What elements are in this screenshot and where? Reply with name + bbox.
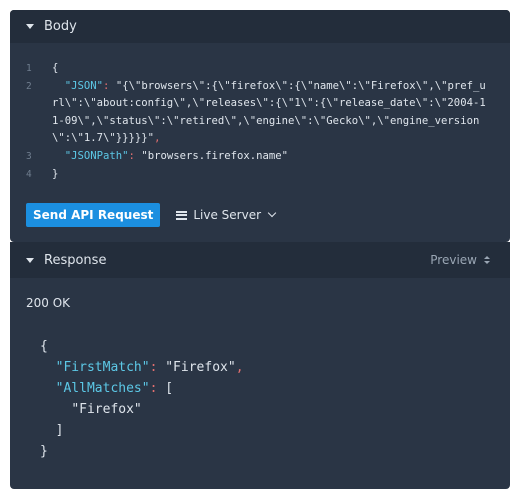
- json-key: "JSON": [64, 79, 104, 92]
- chevron-down-icon: [267, 208, 277, 218]
- body-panel-title: Body: [44, 19, 77, 34]
- all-matches-item: "Firefox": [71, 402, 142, 417]
- line-number: 2: [26, 80, 32, 92]
- first-match-value: "Firefox": [165, 360, 236, 375]
- collapse-caret-icon[interactable]: [26, 257, 34, 263]
- code-line-jsonpath: "JSONPath": "browsers.firefox.name": [64, 150, 289, 162]
- send-api-request-button[interactable]: Send API Request: [26, 203, 161, 227]
- code-line-close: }: [52, 167, 59, 180]
- server-selector[interactable]: Live Server: [176, 208, 277, 222]
- sort-icon: [484, 256, 490, 264]
- json-value: "{\"browsers\":{\"firefox\":{\"name\":\"…: [52, 79, 486, 145]
- server-label: Live Server: [193, 208, 262, 222]
- collapse-caret-icon[interactable]: [26, 24, 34, 29]
- all-matches-key: "AllMatches": [55, 381, 150, 396]
- preview-label: Preview: [430, 253, 477, 267]
- jsonpath-value: "browsers.firefox.name": [141, 150, 289, 162]
- first-match-key: "FirstMatch": [55, 360, 150, 375]
- jsonpath-key: "JSONPath": [64, 150, 129, 162]
- line-number: 1: [26, 63, 32, 74]
- server-list-icon: [176, 210, 188, 220]
- body-panel-header[interactable]: Body: [10, 10, 510, 43]
- line-number: 3: [26, 151, 32, 162]
- code-line-open: {: [52, 62, 59, 74]
- line-number: 4: [26, 168, 32, 180]
- code-line-json: "JSON": "{\"browsers\":{\"firefox\":{\"n…: [52, 79, 486, 145]
- body-panel: Body 1 { 2 "JSON": "{\"browsers\":{\"fir…: [10, 10, 510, 242]
- response-json: { "FirstMatch": "Firefox", "AllMatches":…: [40, 339, 244, 459]
- response-panel: Response Preview 200 OK { "FirstMatch": …: [10, 242, 510, 489]
- response-status: 200 OK: [26, 296, 71, 310]
- preview-selector[interactable]: Preview: [430, 242, 490, 278]
- response-panel-title: Response: [44, 252, 107, 268]
